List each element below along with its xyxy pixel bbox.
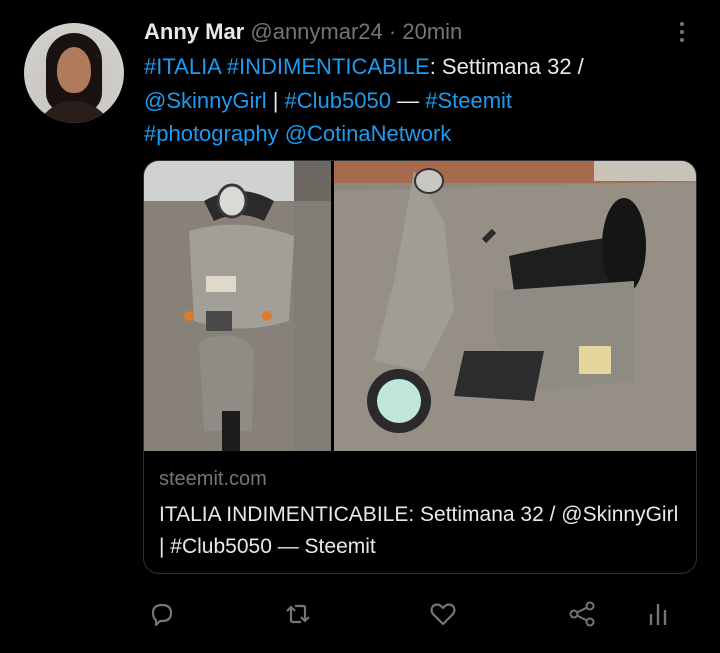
action-bar: [0, 598, 720, 630]
hashtag-indimenticabile[interactable]: #INDIMENTICABILE: [227, 54, 430, 79]
reply-icon[interactable]: [146, 598, 178, 630]
hashtag-steemit[interactable]: #Steemit: [425, 88, 512, 113]
tweet-text-segment: —: [390, 87, 426, 113]
tweet-text: #ITALIA #INDIMENTICABILE: Settimana 32 /…: [144, 50, 664, 151]
mention-skinnygirl[interactable]: @SkinnyGirl: [144, 88, 267, 113]
card-domain: steemit.com: [159, 468, 267, 490]
hashtag-club5050[interactable]: #Club5050: [285, 88, 391, 113]
separator-dot: ·: [388, 19, 397, 44]
scooter-side-photo[interactable]: [334, 161, 696, 451]
link-card[interactable]: steemit.com ITALIA INDIMENTICABILE: Sett…: [143, 160, 697, 574]
mention-cotinanetwork[interactable]: @CotinaNetwork: [285, 121, 452, 146]
scooter-front-photo[interactable]: [144, 161, 331, 451]
more-options-icon[interactable]: [670, 18, 694, 46]
retweet-icon[interactable]: [282, 598, 314, 630]
tweet-text-segment: : Settimana 32 /: [429, 54, 584, 79]
avatar-face: [57, 47, 91, 93]
hashtag-italia[interactable]: #ITALIA: [144, 54, 221, 79]
share-icon[interactable]: [566, 598, 598, 630]
author-name[interactable]: Anny Mar: [144, 19, 244, 44]
avatar[interactable]: [24, 23, 124, 123]
avatar-shoulders: [34, 101, 114, 123]
hashtag-photography[interactable]: #photography: [144, 121, 279, 146]
author-handle[interactable]: @annymar24: [250, 19, 382, 44]
heart-icon[interactable]: [427, 598, 459, 630]
tweet-time[interactable]: 20min: [402, 19, 462, 44]
tweet-text-segment: |: [266, 87, 285, 113]
analytics-icon[interactable]: [642, 598, 674, 630]
card-title: ITALIA INDIMENTICABILE: Settimana 32 / @…: [159, 503, 679, 558]
tweet-header: Anny Mar @annymar24 · 20min: [144, 18, 462, 46]
